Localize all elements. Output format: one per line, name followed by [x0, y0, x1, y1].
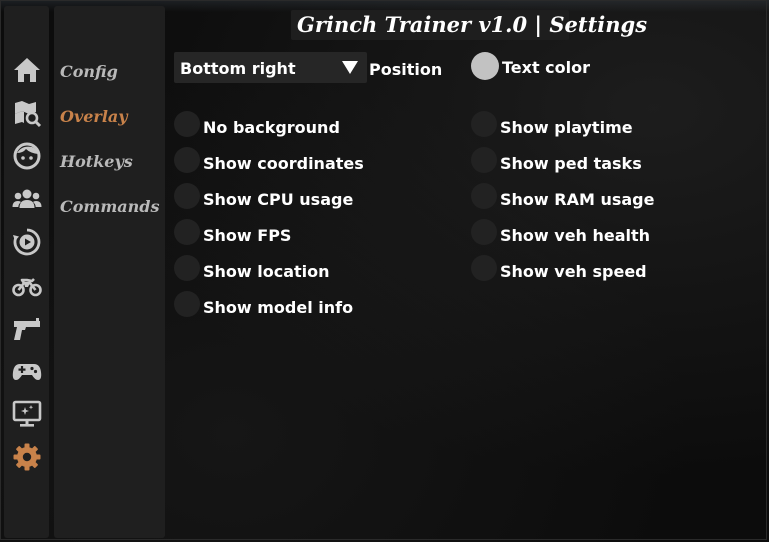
sidebar-item-home[interactable] [8, 52, 45, 88]
position-label: Position [369, 60, 443, 79]
text-color-swatch[interactable] [471, 52, 499, 80]
text-color-label: Text color [502, 58, 591, 77]
show-veh-speed-label: Show veh speed [500, 262, 647, 281]
map-search-icon [14, 101, 41, 128]
show-model-info-toggle[interactable] [174, 291, 200, 317]
sidebar-item-misc[interactable] [8, 353, 45, 389]
window-title: Grinch Trainer v1.0 | Settings [291, 10, 647, 40]
no-background-toggle[interactable] [174, 111, 200, 137]
home-icon [13, 58, 40, 82]
show-ped-tasks-toggle[interactable] [471, 147, 497, 173]
show-cpu-usage-label: Show CPU usage [203, 190, 354, 209]
show-fps-label: Show FPS [203, 226, 292, 245]
display-sparkle-icon [12, 400, 41, 427]
show-coordinates-toggle[interactable] [174, 147, 200, 173]
show-fps-toggle[interactable] [174, 219, 200, 245]
sidebar-item-replay[interactable] [8, 224, 45, 260]
sidebar-item-settings[interactable] [8, 439, 45, 475]
sidebar-item-weapons[interactable] [8, 310, 45, 346]
no-background-label: No background [203, 118, 340, 137]
tab-hotkeys[interactable]: Hotkeys [60, 149, 133, 175]
show-veh-health-label: Show veh health [500, 226, 651, 245]
show-location-label: Show location [203, 262, 330, 281]
show-coordinates-label: Show coordinates [203, 154, 364, 173]
show-veh-speed-toggle[interactable] [471, 255, 497, 281]
show-location-toggle[interactable] [174, 255, 200, 281]
sidebar-item-visual[interactable] [8, 396, 45, 432]
category-sidebar: Config Overlay Hotkeys Commands [54, 6, 165, 538]
replay-icon [12, 228, 40, 256]
motorcycle-icon [11, 278, 42, 297]
position-dropdown[interactable]: Bottom right [174, 52, 367, 83]
gear-icon [13, 443, 40, 471]
tab-config[interactable]: Config [60, 59, 118, 85]
show-cpu-usage-toggle[interactable] [174, 183, 200, 209]
sidebar-item-vehicles[interactable] [8, 267, 45, 303]
sidebar-item-player[interactable] [8, 138, 45, 174]
show-model-info-label: Show model info [203, 298, 354, 317]
show-ram-usage-label: Show RAM usage [500, 190, 655, 209]
tab-commands[interactable]: Commands [60, 194, 159, 220]
show-ram-usage-toggle[interactable] [471, 183, 497, 209]
peds-group-icon [12, 189, 41, 208]
sidebar-item-map[interactable] [8, 95, 45, 131]
sidebar-item-peds[interactable] [8, 181, 45, 217]
tab-overlay[interactable]: Overlay [60, 104, 128, 130]
dropdown-arrow-icon [342, 61, 358, 74]
player-face-icon [13, 142, 40, 170]
position-dropdown-value: Bottom right [180, 59, 296, 78]
icon-sidebar [4, 6, 49, 538]
show-playtime-label: Show playtime [500, 118, 633, 137]
pistol-icon [13, 318, 40, 340]
gamepad-icon [12, 364, 41, 380]
show-veh-health-toggle[interactable] [471, 219, 497, 245]
show-playtime-toggle[interactable] [471, 111, 497, 137]
show-ped-tasks-label: Show ped tasks [500, 154, 642, 173]
